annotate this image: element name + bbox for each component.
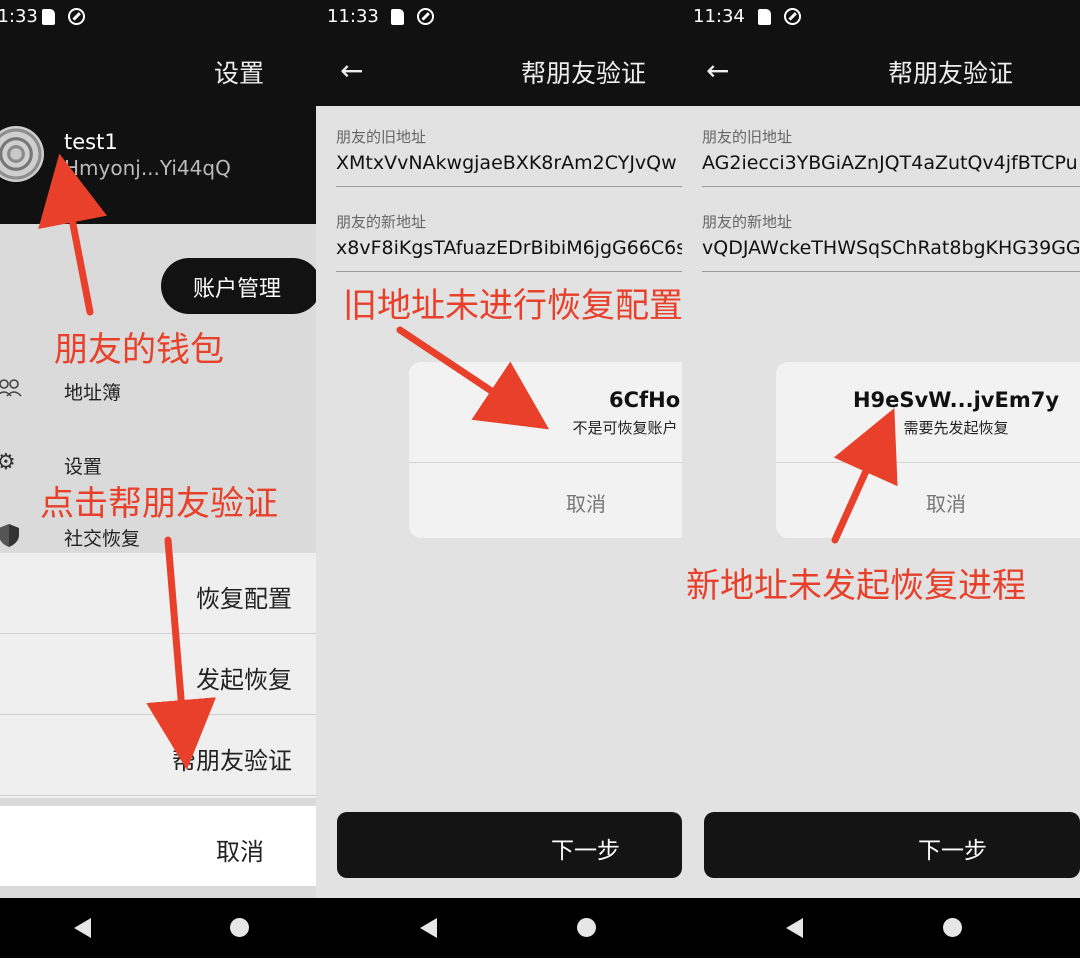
account-header[interactable]: test1 Hmyonj...Yi44qQ [0,106,316,224]
new-address-input[interactable]: x8vF8iKgsTAfuazEDrBibiM6jgG66C6s [336,237,682,272]
dialog-cancel-button[interactable]: 取消 [409,488,682,517]
nav-back-icon[interactable] [74,918,91,938]
next-button[interactable]: 下一步 [704,812,1080,878]
app-bar: ← 帮朋友验证 [682,34,1080,106]
old-address-label: 朋友的旧地址 [702,128,793,146]
annotation-old-not-configured: 旧地址未进行恢复配置 [343,286,683,326]
help-verify-screen-1: 11:33 ← 帮朋友验证 朋友的旧地址 XMtxVvNAkwgjaeBXK8r… [316,0,682,958]
status-time: 11:33 [327,6,379,27]
menu-label: 社交恢复 [64,528,141,550]
old-address-input[interactable]: AG2iecci3YBGiAZnJQT4aZutQv4jfBTCPu [702,152,1080,187]
app-bar: 设置 [0,34,316,106]
dialog-divider [776,462,1080,463]
account-name: test1 [64,130,118,154]
help-verify-screen-2: 11:34 ← 帮朋友验证 朋友的旧地址 AG2iecci3YBGiAZnJQT… [682,0,1080,958]
sheet-item-help-friend-verify[interactable]: 帮朋友验证 [0,715,316,796]
nav-bar [316,898,682,958]
nav-bar [0,898,316,958]
menu-label: 地址簿 [64,382,122,404]
sheet-item-start-recovery[interactable]: 发起恢复 [0,634,316,715]
error-dialog: H9eSvW...jvEm7y 需要先发起恢复 取消 [776,362,1080,538]
nav-back-icon[interactable] [786,918,803,938]
new-address-input[interactable]: vQDJAWckeTHWSqSChRat8bgKHG39GG [702,237,1080,272]
next-label: 下一步 [918,838,987,864]
sheet-label: 帮朋友验证 [172,747,292,775]
dnd-icon [68,8,85,25]
account-management-button[interactable]: 账户管理 [161,258,316,314]
account-address: Hmyonj...Yi44qQ [64,156,231,180]
status-bar: 11:33 [0,0,316,34]
next-button[interactable]: 下一步 [337,812,682,878]
sheet-cancel-button[interactable]: 取消 [0,806,316,886]
status-time: 11:33 [0,6,38,27]
back-arrow-icon[interactable]: ← [340,54,363,87]
contacts-icon [0,376,22,402]
status-bar: 11:33 [316,0,682,34]
annotation-friend-wallet: 朋友的钱包 [54,330,224,370]
dialog-address: 6CfHo...MjVHgm [609,388,682,412]
status-time: 11:34 [693,6,745,27]
nav-bar [682,898,1080,958]
dialog-message: 需要先发起恢复 [903,419,1009,437]
sheet-item-recovery-config[interactable]: 恢复配置 [0,553,316,634]
sd-card-icon [391,9,404,25]
annotation-new-not-started: 新地址未发起恢复进程 [686,566,1026,606]
dialog-cancel-button[interactable]: 取消 [776,488,1080,517]
sheet-label: 恢复配置 [196,585,292,613]
back-arrow-icon[interactable]: ← [706,54,729,87]
sd-card-icon [758,9,771,25]
dnd-icon [417,8,434,25]
bottom-sheet: 恢复配置 发起恢复 帮朋友验证 [0,553,316,798]
dialog-address: H9eSvW...jvEm7y [852,388,1060,412]
sheet-label: 发起恢复 [196,666,292,694]
error-dialog: 6CfHo...MjVHgm 不是可恢复账户 取消 [409,362,682,538]
page-title: 设置 [214,59,265,88]
annotation-click-help: 点击帮朋友验证 [40,484,278,524]
sd-card-icon [42,9,55,25]
menu-label: 设置 [64,456,103,478]
menu-item-address-book[interactable]: 地址簿 [0,370,316,414]
new-address-label: 朋友的新地址 [702,213,793,231]
avatar [0,126,44,182]
cancel-label: 取消 [216,838,264,866]
page-title: 帮朋友验证 [521,59,647,88]
nav-home-icon[interactable] [230,918,249,937]
shield-icon [0,522,22,548]
gear-icon: ⚙ [0,450,16,475]
old-address-label: 朋友的旧地址 [336,128,427,146]
dnd-icon [784,8,801,25]
dialog-divider [409,462,682,463]
next-label: 下一步 [551,838,620,864]
page-title: 帮朋友验证 [888,59,1014,88]
app-bar: ← 帮朋友验证 [316,34,682,106]
nav-home-icon[interactable] [577,918,596,937]
old-address-input[interactable]: XMtxVvNAkwgjaeBXK8rAm2CYJvQw [336,152,682,187]
nav-back-icon[interactable] [420,918,437,938]
nav-home-icon[interactable] [943,918,962,937]
status-bar: 11:34 [682,0,1080,34]
dialog-message: 不是可恢复账户 [572,419,678,437]
new-address-label: 朋友的新地址 [336,213,427,231]
